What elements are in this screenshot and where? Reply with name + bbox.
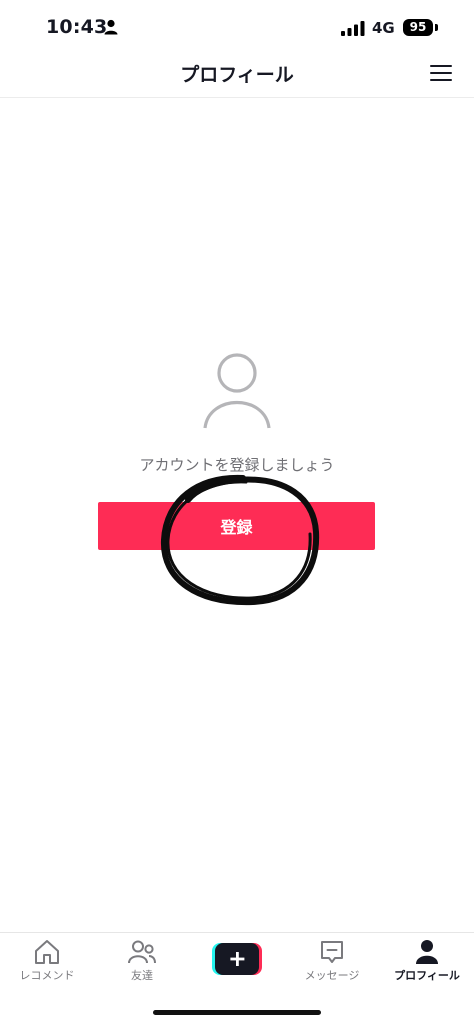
- create-plus-icon[interactable]: [212, 943, 262, 975]
- home-icon: [35, 940, 59, 964]
- person-status-icon: [104, 19, 118, 35]
- nav-header: プロフィール: [0, 52, 474, 98]
- person-outline-icon: [203, 353, 271, 429]
- tab-label: プロフィール: [394, 969, 460, 982]
- battery-icon: 95: [403, 19, 433, 36]
- tab-label: 友達: [131, 969, 153, 982]
- home-indicator: [153, 1010, 321, 1015]
- tab-label: レコメンド: [19, 969, 75, 982]
- cellular-signal-icon: [341, 21, 365, 36]
- page-title: プロフィール: [180, 64, 294, 86]
- tab-messages[interactable]: メッセージ: [285, 939, 379, 991]
- status-bar: 10:43 4G 95: [0, 0, 474, 52]
- hamburger-menu-icon[interactable]: [428, 62, 454, 84]
- tab-friends[interactable]: 友達: [95, 939, 189, 991]
- message-icon: [321, 941, 343, 963]
- register-button[interactable]: 登録: [98, 502, 375, 550]
- battery-tip: [435, 24, 438, 31]
- tab-profile[interactable]: プロフィール: [380, 939, 474, 991]
- tab-label: メッセージ: [304, 969, 360, 982]
- tab-recommend[interactable]: レコメンド: [0, 939, 94, 991]
- profile-icon: [416, 940, 438, 964]
- status-time: 10:43: [46, 16, 108, 38]
- register-prompt: アカウントを登録しましょう: [139, 456, 335, 474]
- network-type: 4G: [372, 19, 395, 37]
- friends-icon: [128, 940, 156, 964]
